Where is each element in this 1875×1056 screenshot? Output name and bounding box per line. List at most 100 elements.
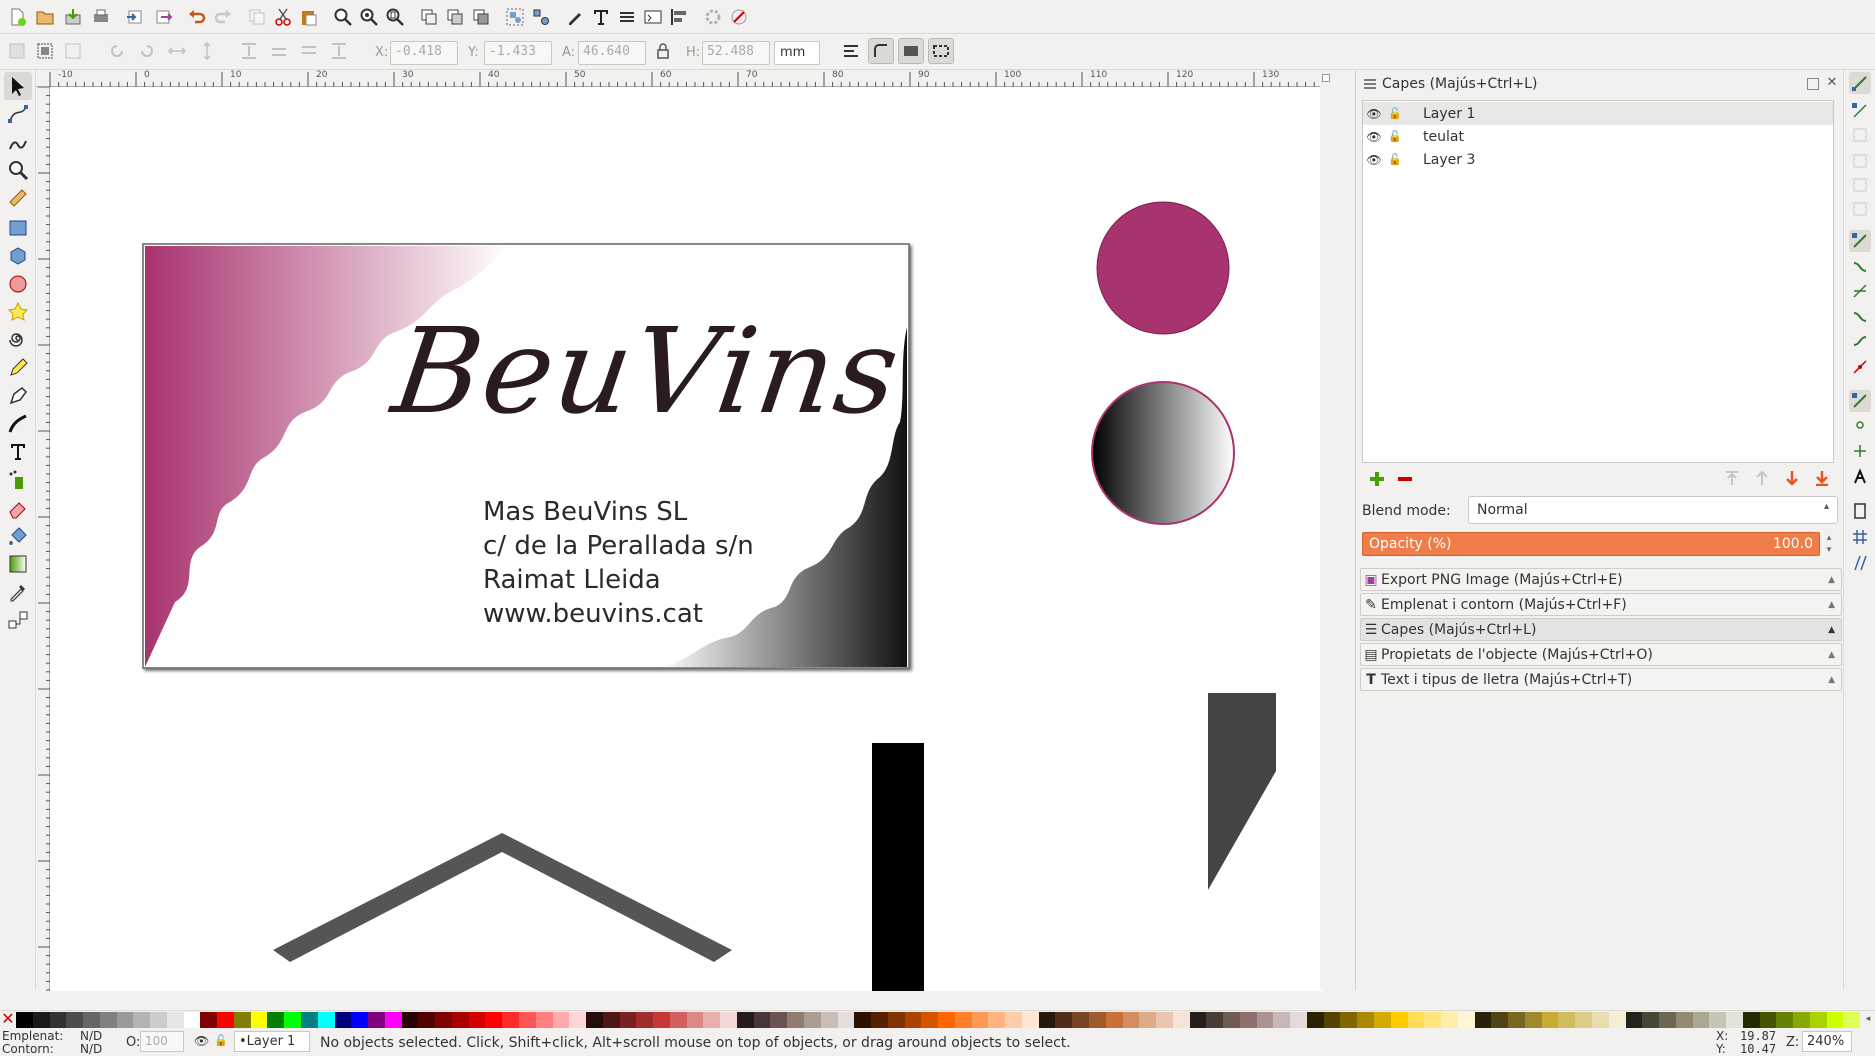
color-swatch[interactable]: [116, 1012, 134, 1028]
color-swatch[interactable]: [1374, 1012, 1391, 1028]
color-swatch[interactable]: [837, 1012, 855, 1028]
color-swatch[interactable]: [871, 1012, 888, 1028]
color-swatch[interactable]: [1826, 1012, 1844, 1028]
color-swatch[interactable]: [368, 1012, 385, 1028]
blend-mode-select[interactable]: Normal ▴: [1468, 496, 1838, 524]
color-swatch[interactable]: [250, 1012, 268, 1028]
layers-icon[interactable]: [614, 4, 640, 30]
unit-select[interactable]: mm: [774, 41, 820, 65]
color-swatch[interactable]: [552, 1012, 570, 1028]
clone-icon[interactable]: [442, 4, 468, 30]
snap-bbox-mid-icon[interactable]: [1849, 174, 1871, 196]
star-tool-icon[interactable]: [4, 298, 32, 326]
raise-icon[interactable]: [266, 38, 292, 64]
color-swatch[interactable]: [435, 1012, 452, 1028]
color-swatch[interactable]: [317, 1012, 335, 1028]
color-swatch[interactable]: [518, 1012, 536, 1028]
color-swatch[interactable]: [32, 1012, 50, 1028]
dock-layers[interactable]: ☰ Capes (Majús+Ctrl+L) ▲: [1360, 618, 1842, 641]
color-swatch[interactable]: [1558, 1012, 1576, 1028]
color-swatch[interactable]: [1189, 1012, 1207, 1028]
color-swatch[interactable]: [954, 1012, 972, 1028]
color-swatch[interactable]: [1273, 1012, 1291, 1028]
calligraphy-tool-icon[interactable]: [4, 410, 32, 438]
snap-text-baseline-icon[interactable]: [1849, 466, 1871, 488]
snap-bbox-center-icon[interactable]: [1849, 198, 1871, 220]
drawing-canvas[interactable]: BeuVins Mas BeuVins SL c/ de la Perallad…: [50, 87, 1324, 991]
color-swatch[interactable]: [921, 1012, 939, 1028]
current-layer-select[interactable]: •Layer 1: [234, 1031, 310, 1052]
color-swatch[interactable]: [485, 1012, 503, 1028]
snap-guide-icon[interactable]: [1849, 552, 1871, 574]
layer-name[interactable]: teulat: [1423, 129, 1464, 145]
color-swatch[interactable]: [569, 1012, 587, 1028]
rect-tool-icon[interactable]: [4, 214, 32, 242]
color-swatch[interactable]: [166, 1012, 184, 1028]
deselect-icon[interactable]: [60, 38, 86, 64]
color-swatch[interactable]: [653, 1012, 670, 1028]
color-swatch[interactable]: [1089, 1012, 1106, 1028]
snap-path-icon[interactable]: [1849, 256, 1871, 278]
color-swatch[interactable]: [1843, 1012, 1861, 1028]
panel-close-icon[interactable]: ✕: [1825, 76, 1839, 90]
color-swatch[interactable]: [1474, 1012, 1492, 1028]
color-swatch[interactable]: [636, 1012, 654, 1028]
opacity-slider[interactable]: Opacity (%) 100.0: [1362, 532, 1820, 556]
x-field[interactable]: -0.418: [390, 41, 458, 65]
color-swatch[interactable]: [1021, 1012, 1039, 1028]
snap-bbox-edge-icon[interactable]: [1849, 124, 1871, 146]
doc-properties-icon[interactable]: [726, 4, 752, 30]
snap-toggle-icon[interactable]: [1849, 72, 1871, 94]
color-swatch[interactable]: [1575, 1012, 1592, 1028]
xml-editor-icon[interactable]: [562, 4, 588, 30]
dropper-tool-icon[interactable]: [4, 578, 32, 606]
color-swatch[interactable]: [938, 1012, 955, 1028]
layer-visibility-icon[interactable]: 👁: [194, 1034, 209, 1048]
color-swatch[interactable]: [1055, 1012, 1073, 1028]
color-swatch[interactable]: [384, 1012, 402, 1028]
color-swatch[interactable]: [502, 1012, 519, 1028]
color-swatch[interactable]: [1675, 1012, 1693, 1028]
color-swatch[interactable]: [535, 1012, 553, 1028]
color-swatch[interactable]: [1608, 1012, 1626, 1028]
print-icon[interactable]: [88, 4, 114, 30]
color-swatch[interactable]: [1491, 1012, 1509, 1028]
layer-down-icon[interactable]: [1784, 470, 1802, 488]
selector-tool-icon[interactable]: [4, 72, 32, 100]
color-swatch[interactable]: [1692, 1012, 1710, 1028]
dock-text-font[interactable]: T Text i tipus de lletra (Majús+Ctrl+T) …: [1360, 668, 1842, 691]
color-swatch[interactable]: [770, 1012, 788, 1028]
undo-icon[interactable]: [184, 4, 210, 30]
color-swatch[interactable]: [1659, 1012, 1676, 1028]
color-swatch[interactable]: [334, 1012, 352, 1028]
group-icon[interactable]: [502, 4, 528, 30]
scale-stroke-icon[interactable]: [838, 38, 864, 64]
color-swatch[interactable]: [1223, 1012, 1240, 1028]
raise-to-top-icon[interactable]: [236, 38, 262, 64]
open-icon[interactable]: [32, 4, 58, 30]
color-swatch[interactable]: [1625, 1012, 1643, 1028]
color-swatch[interactable]: [150, 1012, 167, 1028]
duplicate-icon[interactable]: [416, 4, 442, 30]
preferences-icon[interactable]: [700, 4, 726, 30]
measure-tool-icon[interactable]: [4, 184, 32, 212]
layer-to-top-icon[interactable]: [1724, 470, 1742, 488]
pencil-tool-icon[interactable]: [4, 354, 32, 382]
zoom-selection-icon[interactable]: [330, 4, 356, 30]
color-swatch[interactable]: [183, 1012, 201, 1028]
snap-intersection-icon[interactable]: [1849, 280, 1871, 302]
zoom-page-icon[interactable]: [382, 4, 408, 30]
color-swatch[interactable]: [1809, 1012, 1827, 1028]
snap-center-icon[interactable]: [1849, 414, 1871, 436]
unlink-clone-icon[interactable]: [468, 4, 494, 30]
zoom-drawing-icon[interactable]: [356, 4, 382, 30]
flip-vertical-icon[interactable]: [194, 38, 220, 64]
color-swatch[interactable]: [83, 1012, 100, 1028]
rotate-ccw-icon[interactable]: [104, 38, 130, 64]
layer-row[interactable]: 👁 🔓 Layer 3: [1363, 148, 1833, 171]
color-swatch[interactable]: [1139, 1012, 1157, 1028]
color-swatch[interactable]: [49, 1012, 67, 1028]
add-layer-icon[interactable]: [1368, 470, 1386, 488]
spray-tool-icon[interactable]: [4, 466, 32, 494]
flip-horizontal-icon[interactable]: [164, 38, 190, 64]
